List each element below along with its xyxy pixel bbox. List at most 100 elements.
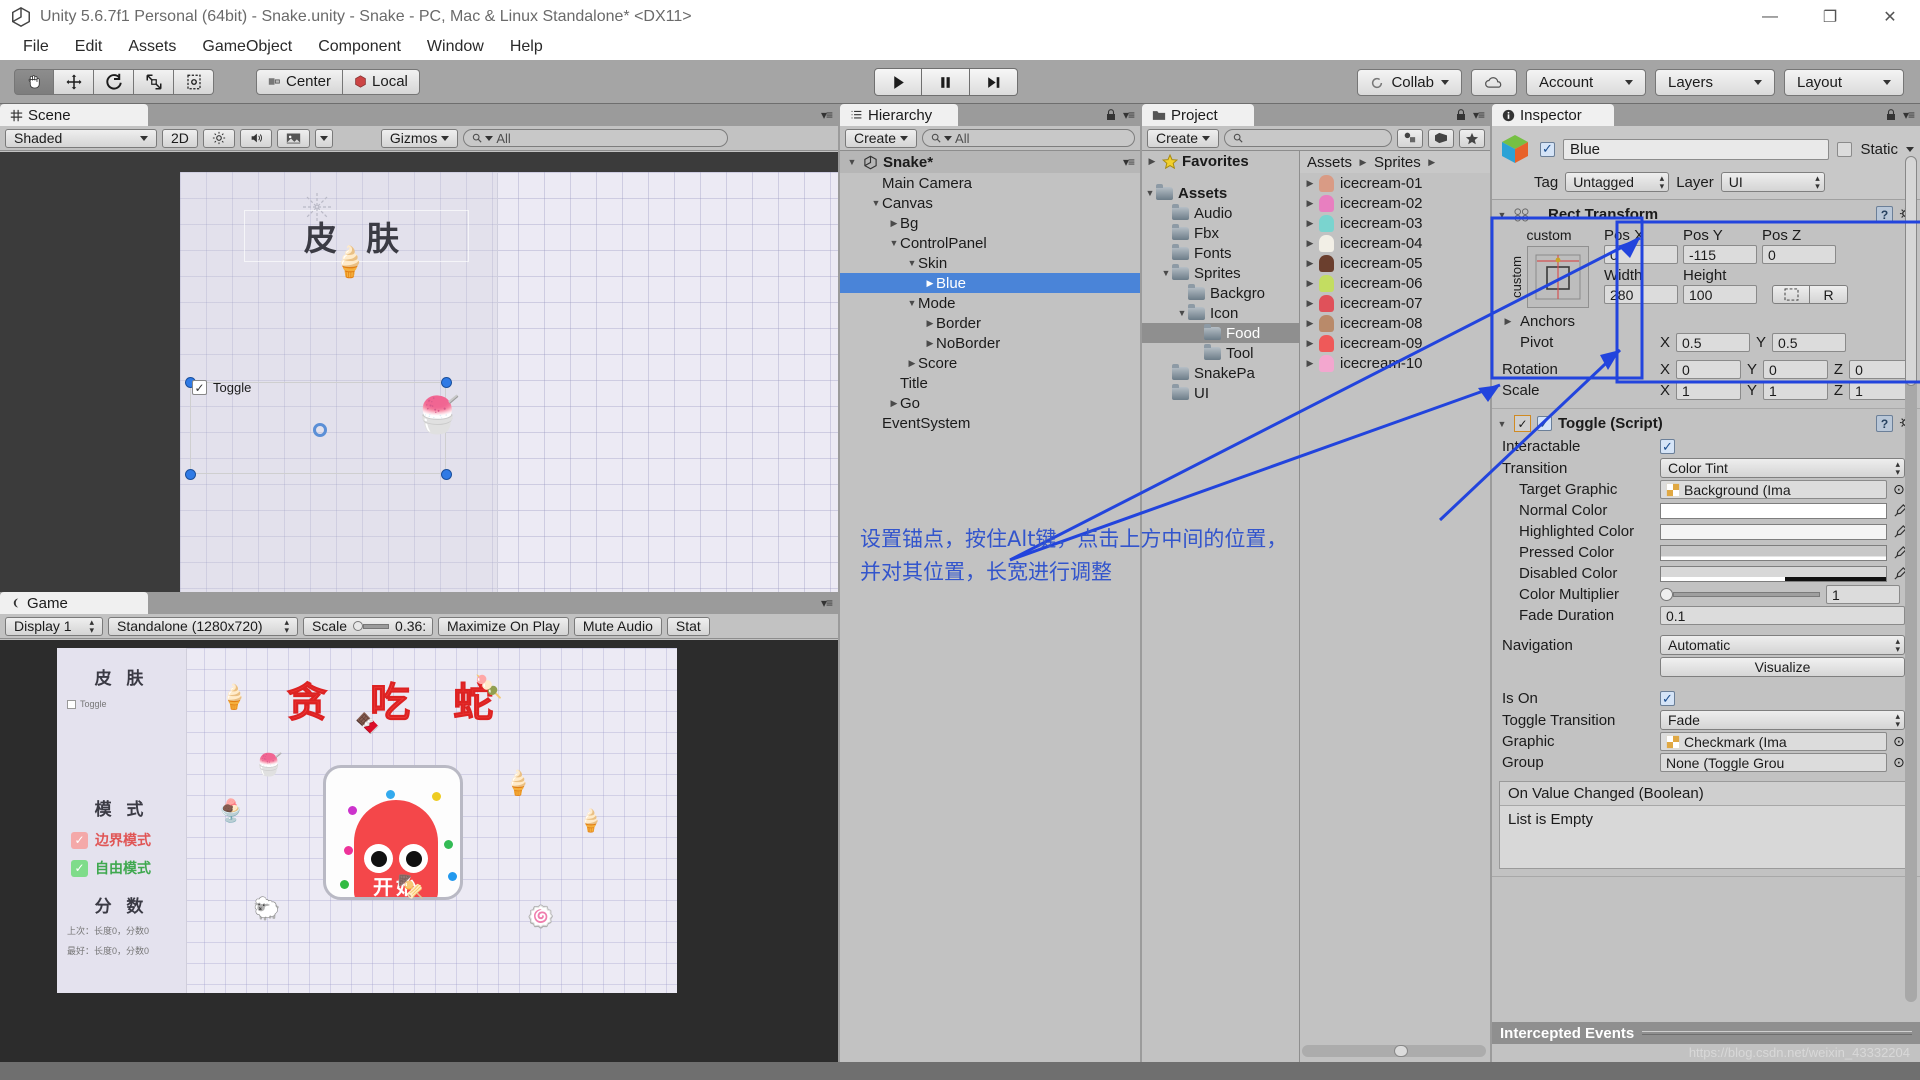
account-button[interactable]: Account	[1526, 69, 1646, 96]
hierarchy-tree[interactable]: Main Camera ▼ Canvas ▶ Bg ▼ ControlPanel ▼ Skin ▶…	[840, 173, 1140, 1062]
gizmos-dropdown[interactable]: Gizmos	[380, 128, 459, 148]
help-icon[interactable]: ?	[1876, 415, 1893, 432]
chevron-down-icon[interactable]: ▼	[870, 198, 882, 208]
hamburger-icon[interactable]: ▾≡	[1123, 108, 1135, 122]
fade-duration-input[interactable]: 0.1	[1660, 606, 1905, 625]
project-folder-ui[interactable]: UI	[1142, 383, 1299, 403]
move-tool-button[interactable]	[54, 68, 94, 95]
navigation-dropdown[interactable]: Automatic ▴ ▾	[1660, 635, 1905, 655]
space-mode-button[interactable]: Local	[343, 68, 420, 95]
hierarchy-item-skin[interactable]: ▼ Skin	[840, 253, 1140, 273]
hamburger-icon[interactable]: ▾≡	[1903, 108, 1915, 122]
pivot-handle[interactable]	[313, 423, 327, 437]
layers-button[interactable]: Layers	[1655, 69, 1775, 96]
resize-handle-bottom-right[interactable]	[441, 469, 452, 480]
scene-search-input[interactable]: All	[463, 129, 729, 147]
chevron-right-icon[interactable]: ▶	[1304, 238, 1316, 249]
chevron-right-icon[interactable]: ▶	[1304, 318, 1316, 329]
asset-item[interactable]: ▶ icecream-07	[1300, 293, 1490, 313]
object-picker-icon[interactable]: ⊙	[1893, 754, 1905, 771]
hierarchy-tab-menu[interactable]: ▾≡	[1106, 108, 1135, 122]
lighting-toggle-button[interactable]	[202, 128, 235, 148]
group-field[interactable]: None (Toggle Grou	[1660, 753, 1887, 772]
stats-button[interactable]: Stat	[666, 616, 710, 636]
chevron-right-icon[interactable]: ▶	[1304, 218, 1316, 229]
menu-component[interactable]: Component	[305, 36, 414, 58]
project-create-button[interactable]: Create	[1147, 128, 1220, 148]
anchors-row[interactable]: ▶ Anchors	[1492, 311, 1920, 332]
hierarchy-item-border[interactable]: ▶ Border	[840, 313, 1140, 333]
menu-help[interactable]: Help	[497, 36, 556, 58]
scale-y-input[interactable]: 1	[1762, 381, 1828, 400]
chevron-right-icon[interactable]: ▶	[1304, 198, 1316, 209]
project-tree-pane[interactable]: ▶ Favorites ▼ Assets Audio Fbx Fonts ▼ Sprites…	[1142, 151, 1300, 1062]
lock-icon[interactable]	[1886, 109, 1896, 121]
resize-handle-bottom-left[interactable]	[185, 469, 196, 480]
collab-button[interactable]: Collab	[1357, 69, 1462, 96]
hierarchy-item-blue[interactable]: ▶ Blue	[840, 273, 1140, 293]
audio-toggle-button[interactable]	[239, 128, 272, 148]
pos-z-input[interactable]: 0	[1762, 245, 1836, 264]
tab-hierarchy[interactable]: Hierarchy	[840, 104, 958, 126]
effects-dropdown[interactable]	[314, 128, 333, 148]
pause-button[interactable]	[922, 68, 970, 96]
hierarchy-item-title[interactable]: Title	[840, 373, 1140, 393]
maximize-on-play-button[interactable]: Maximize On Play	[438, 616, 569, 636]
hamburger-icon[interactable]: ▾≡	[821, 108, 833, 122]
height-input[interactable]: 100	[1683, 285, 1757, 304]
scale-x-input[interactable]: 1	[1676, 381, 1741, 400]
chevron-down-icon[interactable]	[1906, 146, 1914, 152]
chevron-right-icon[interactable]: ▶	[924, 338, 936, 349]
hamburger-icon[interactable]: ▾≡	[1123, 155, 1135, 169]
mode-border-row[interactable]: ✓ 边界模式	[57, 830, 186, 850]
chevron-right-icon[interactable]: ▶	[888, 218, 900, 229]
pos-y-input[interactable]: -115	[1683, 245, 1757, 264]
menu-edit[interactable]: Edit	[62, 36, 116, 58]
chevron-down-icon[interactable]: ▼	[1176, 308, 1188, 318]
toggle-transition-dropdown[interactable]: Fade ▴ ▾	[1660, 710, 1905, 730]
toggle-script-header[interactable]: ▼ ✓ ✓ Toggle (Script) ?	[1492, 413, 1920, 436]
object-name-input[interactable]: Blue	[1563, 138, 1830, 160]
minimize-button[interactable]: —	[1740, 0, 1800, 33]
scene-tab-menu[interactable]: ▾≡	[821, 108, 833, 122]
anchor-preset-button[interactable]	[1527, 246, 1589, 308]
project-folder-sprites[interactable]: ▼ Sprites	[1142, 263, 1299, 283]
hand-tool-button[interactable]	[14, 68, 54, 95]
chevron-right-icon[interactable]: ▶	[1502, 316, 1514, 327]
rect-tool-button[interactable]	[174, 68, 214, 95]
2d-toggle-button[interactable]: 2D	[162, 128, 198, 148]
project-tab-menu[interactable]: ▾≡	[1456, 108, 1485, 122]
hierarchy-search-input[interactable]: All	[922, 129, 1135, 147]
pos-x-input[interactable]: 0	[1604, 245, 1678, 264]
rot-y-input[interactable]: 0	[1762, 360, 1828, 379]
asset-item[interactable]: ▶ icecream-05	[1300, 253, 1490, 273]
project-favorites-row[interactable]: ▶ Favorites	[1142, 151, 1299, 171]
hierarchy-item-controlpanel[interactable]: ▼ ControlPanel	[840, 233, 1140, 253]
chevron-right-icon[interactable]: ▶	[924, 278, 936, 289]
project-folder-food[interactable]: Food	[1142, 323, 1299, 343]
intercepted-events-footer[interactable]: Intercepted Events	[1492, 1022, 1920, 1044]
rot-x-input[interactable]: 0	[1676, 360, 1741, 379]
rect-transform-header[interactable]: ▼ Rect Transform ?	[1492, 204, 1920, 227]
project-folder-icon[interactable]: ▼ Icon	[1142, 303, 1299, 323]
interactable-checkbox[interactable]: ✓	[1660, 439, 1675, 454]
asset-item[interactable]: ▶ icecream-06	[1300, 273, 1490, 293]
filter-by-label-button[interactable]	[1428, 128, 1454, 148]
play-button[interactable]	[874, 68, 922, 96]
transition-dropdown[interactable]: Color Tint ▴ ▾	[1660, 458, 1905, 478]
asset-item[interactable]: ▶ icecream-04	[1300, 233, 1490, 253]
project-horizontal-scrollbar[interactable]	[1302, 1045, 1486, 1057]
scale-slider-track[interactable]	[363, 623, 390, 629]
hierarchy-item-go[interactable]: ▶ Go	[840, 393, 1140, 413]
tab-game[interactable]: Game	[0, 592, 148, 614]
menu-assets[interactable]: Assets	[115, 36, 189, 58]
menu-file[interactable]: File	[10, 36, 62, 58]
asset-item[interactable]: ▶ icecream-03	[1300, 213, 1490, 233]
color-multiplier-slider[interactable]	[1660, 588, 1820, 601]
project-folder-tool[interactable]: Tool	[1142, 343, 1299, 363]
chevron-down-icon[interactable]: ▼	[846, 157, 858, 167]
color-multiplier-input[interactable]: 1	[1826, 585, 1900, 604]
project-folder-backgro[interactable]: Backgro	[1142, 283, 1299, 303]
effects-toggle-button[interactable]	[276, 128, 310, 148]
chevron-right-icon[interactable]: ▶	[1304, 338, 1316, 349]
